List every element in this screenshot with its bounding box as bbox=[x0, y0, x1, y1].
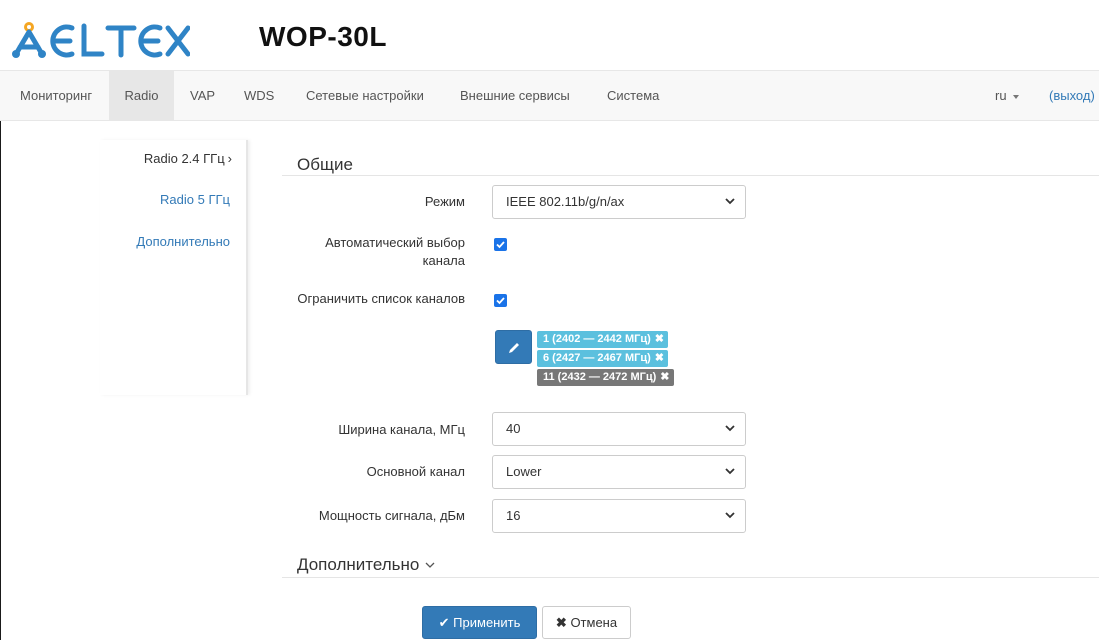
mode-label: Режим bbox=[424, 194, 465, 209]
nav-radio[interactable]: Radio bbox=[109, 71, 174, 120]
chevron-down-icon bbox=[725, 512, 735, 519]
limit-channels-label: Ограничить список каналов bbox=[297, 291, 465, 306]
side-item-radio-2-4[interactable]: Radio 2.4 ГГц › bbox=[144, 151, 232, 166]
auto-channel-label-line2: канала bbox=[422, 253, 465, 268]
top-navbar: Мониторинг Radio VAP WDS Сетевые настрой… bbox=[0, 70, 1099, 121]
side-item-label: Radio 2.4 ГГц bbox=[143, 151, 225, 166]
limit-channels-checkbox[interactable] bbox=[494, 294, 507, 307]
channel-tag-label: 6 (2427 — 2467 МГц) bbox=[543, 352, 651, 364]
pencil-icon bbox=[509, 343, 519, 353]
chevron-right-icon: › bbox=[227, 151, 232, 166]
advanced-toggle[interactable]: Дополнительно bbox=[297, 555, 435, 575]
chevron-down-icon bbox=[425, 562, 435, 568]
channel-width-value: 40 bbox=[506, 421, 521, 436]
chevron-down-icon bbox=[725, 198, 735, 205]
channel-tag-label: 11 (2432 — 2472 МГц) bbox=[543, 371, 657, 383]
edit-channels-button[interactable] bbox=[495, 330, 532, 364]
nav-system[interactable]: Система bbox=[597, 71, 669, 120]
channel-tag-label: 1 (2402 — 2442 МГц) bbox=[543, 333, 651, 345]
tx-power-value: 16 bbox=[506, 508, 521, 523]
header: WOP-30L bbox=[0, 0, 1099, 70]
cancel-label: Отмена bbox=[570, 615, 618, 630]
check-icon: ✔ bbox=[438, 615, 450, 630]
cancel-button[interactable]: ✖ Отмена bbox=[542, 606, 631, 639]
auto-channel-checkbox[interactable] bbox=[494, 238, 507, 251]
side-item-advanced[interactable]: Дополнительно bbox=[136, 234, 230, 249]
remove-tag-icon[interactable]: ✖ bbox=[655, 352, 664, 364]
channel-width-select[interactable]: 40 bbox=[492, 412, 746, 446]
remove-tag-icon[interactable]: ✖ bbox=[655, 333, 664, 345]
auto-channel-label: Автоматический выбор канала bbox=[325, 234, 465, 270]
nav-monitoring[interactable]: Мониторинг bbox=[10, 71, 102, 120]
primary-channel-label: Основной канал bbox=[366, 464, 465, 479]
primary-channel-value: Lower bbox=[506, 464, 542, 479]
primary-channel-select[interactable]: Lower bbox=[492, 455, 746, 489]
apply-button[interactable]: ✔ Применить bbox=[422, 606, 537, 639]
remove-tag-icon[interactable]: ✖ bbox=[660, 371, 669, 383]
logout-link[interactable]: (выход) bbox=[1039, 71, 1099, 120]
checkmark-icon bbox=[496, 297, 505, 305]
channel-tag: 1 (2402 — 2442 МГц) ✖ bbox=[537, 331, 668, 348]
language-dropdown[interactable]: ru bbox=[985, 71, 1029, 120]
device-model: WOP-30L bbox=[259, 21, 387, 52]
checkmark-icon bbox=[496, 241, 505, 249]
mode-value: IEEE 802.11b/g/n/ax bbox=[506, 194, 625, 209]
auto-channel-label-line1: Автоматический выбор bbox=[325, 235, 465, 250]
caret-down-icon bbox=[1012, 94, 1019, 99]
mode-select[interactable]: IEEE 802.11b/g/n/ax bbox=[492, 185, 746, 219]
channel-tag: 11 (2432 — 2472 МГц) ✖ bbox=[537, 369, 674, 386]
nav-external-services[interactable]: Внешние сервисы bbox=[450, 71, 580, 120]
chevron-down-icon bbox=[725, 425, 735, 432]
advanced-title: Дополнительно bbox=[297, 555, 420, 574]
eltex-logo bbox=[10, 20, 190, 60]
section-divider bbox=[282, 175, 1099, 176]
nav-network-settings[interactable]: Сетевые настройки bbox=[296, 71, 434, 120]
language-label: ru bbox=[995, 88, 1007, 103]
nav-vap[interactable]: VAP bbox=[180, 71, 225, 120]
apply-label: Применить bbox=[453, 615, 521, 630]
section-title-general: Общие bbox=[297, 155, 353, 174]
nav-wds[interactable]: WDS bbox=[234, 71, 284, 120]
radio-side-menu: Radio 2.4 ГГц › Radio 5 ГГц Дополнительно bbox=[100, 140, 248, 395]
side-item-radio-5[interactable]: Radio 5 ГГц bbox=[160, 192, 230, 207]
channel-tag: 6 (2427 — 2467 МГц) ✖ bbox=[537, 350, 668, 367]
chevron-down-icon bbox=[725, 468, 735, 475]
close-icon: ✖ bbox=[555, 615, 567, 630]
tx-power-select[interactable]: 16 bbox=[492, 499, 746, 533]
section-divider bbox=[282, 577, 1099, 578]
tx-power-label: Мощность сигнала, дБм bbox=[318, 508, 465, 523]
channel-width-label: Ширина канала, МГц bbox=[338, 422, 465, 437]
